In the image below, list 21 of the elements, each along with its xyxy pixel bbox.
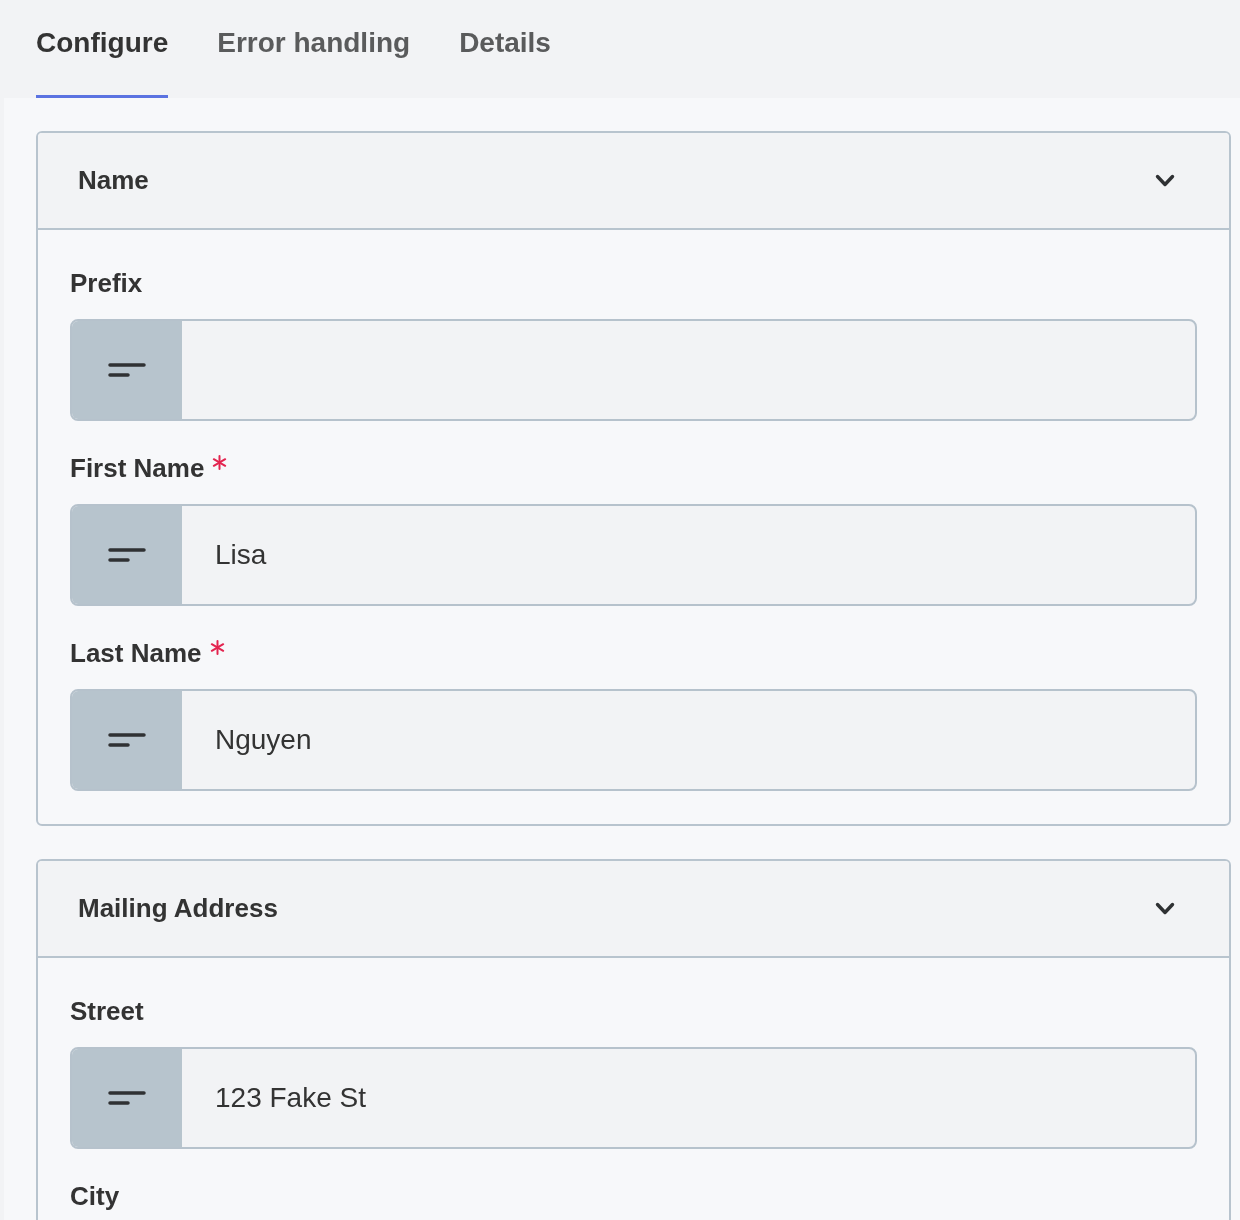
field-label: Street [70, 996, 144, 1026]
text-lines-icon [108, 733, 146, 747]
text-input-field[interactable]: Nguyen [70, 689, 1197, 791]
text-input-field[interactable] [70, 319, 1197, 421]
tab[interactable]: Details [459, 0, 551, 98]
chevron-down-icon[interactable] [1155, 902, 1175, 915]
section-header[interactable]: Name [38, 133, 1229, 230]
section-title: Mailing Address [78, 892, 278, 925]
text-lines-icon [108, 1091, 146, 1105]
text-input-field[interactable]: 123 Fake St [70, 1047, 1197, 1149]
section-header[interactable]: Mailing Address [38, 861, 1229, 958]
text-input-field[interactable]: Lisa [70, 504, 1197, 606]
chevron-down-icon[interactable] [1155, 174, 1175, 187]
field-label: First Name [70, 453, 205, 483]
text-lines-icon [108, 363, 146, 377]
text-lines-icon [108, 548, 146, 562]
field-label: Last Name [70, 638, 202, 668]
field-label: Prefix [70, 268, 143, 298]
section-title: Name [78, 164, 149, 197]
tab[interactable]: Error handling [217, 0, 411, 98]
field-label: City [70, 1181, 120, 1211]
